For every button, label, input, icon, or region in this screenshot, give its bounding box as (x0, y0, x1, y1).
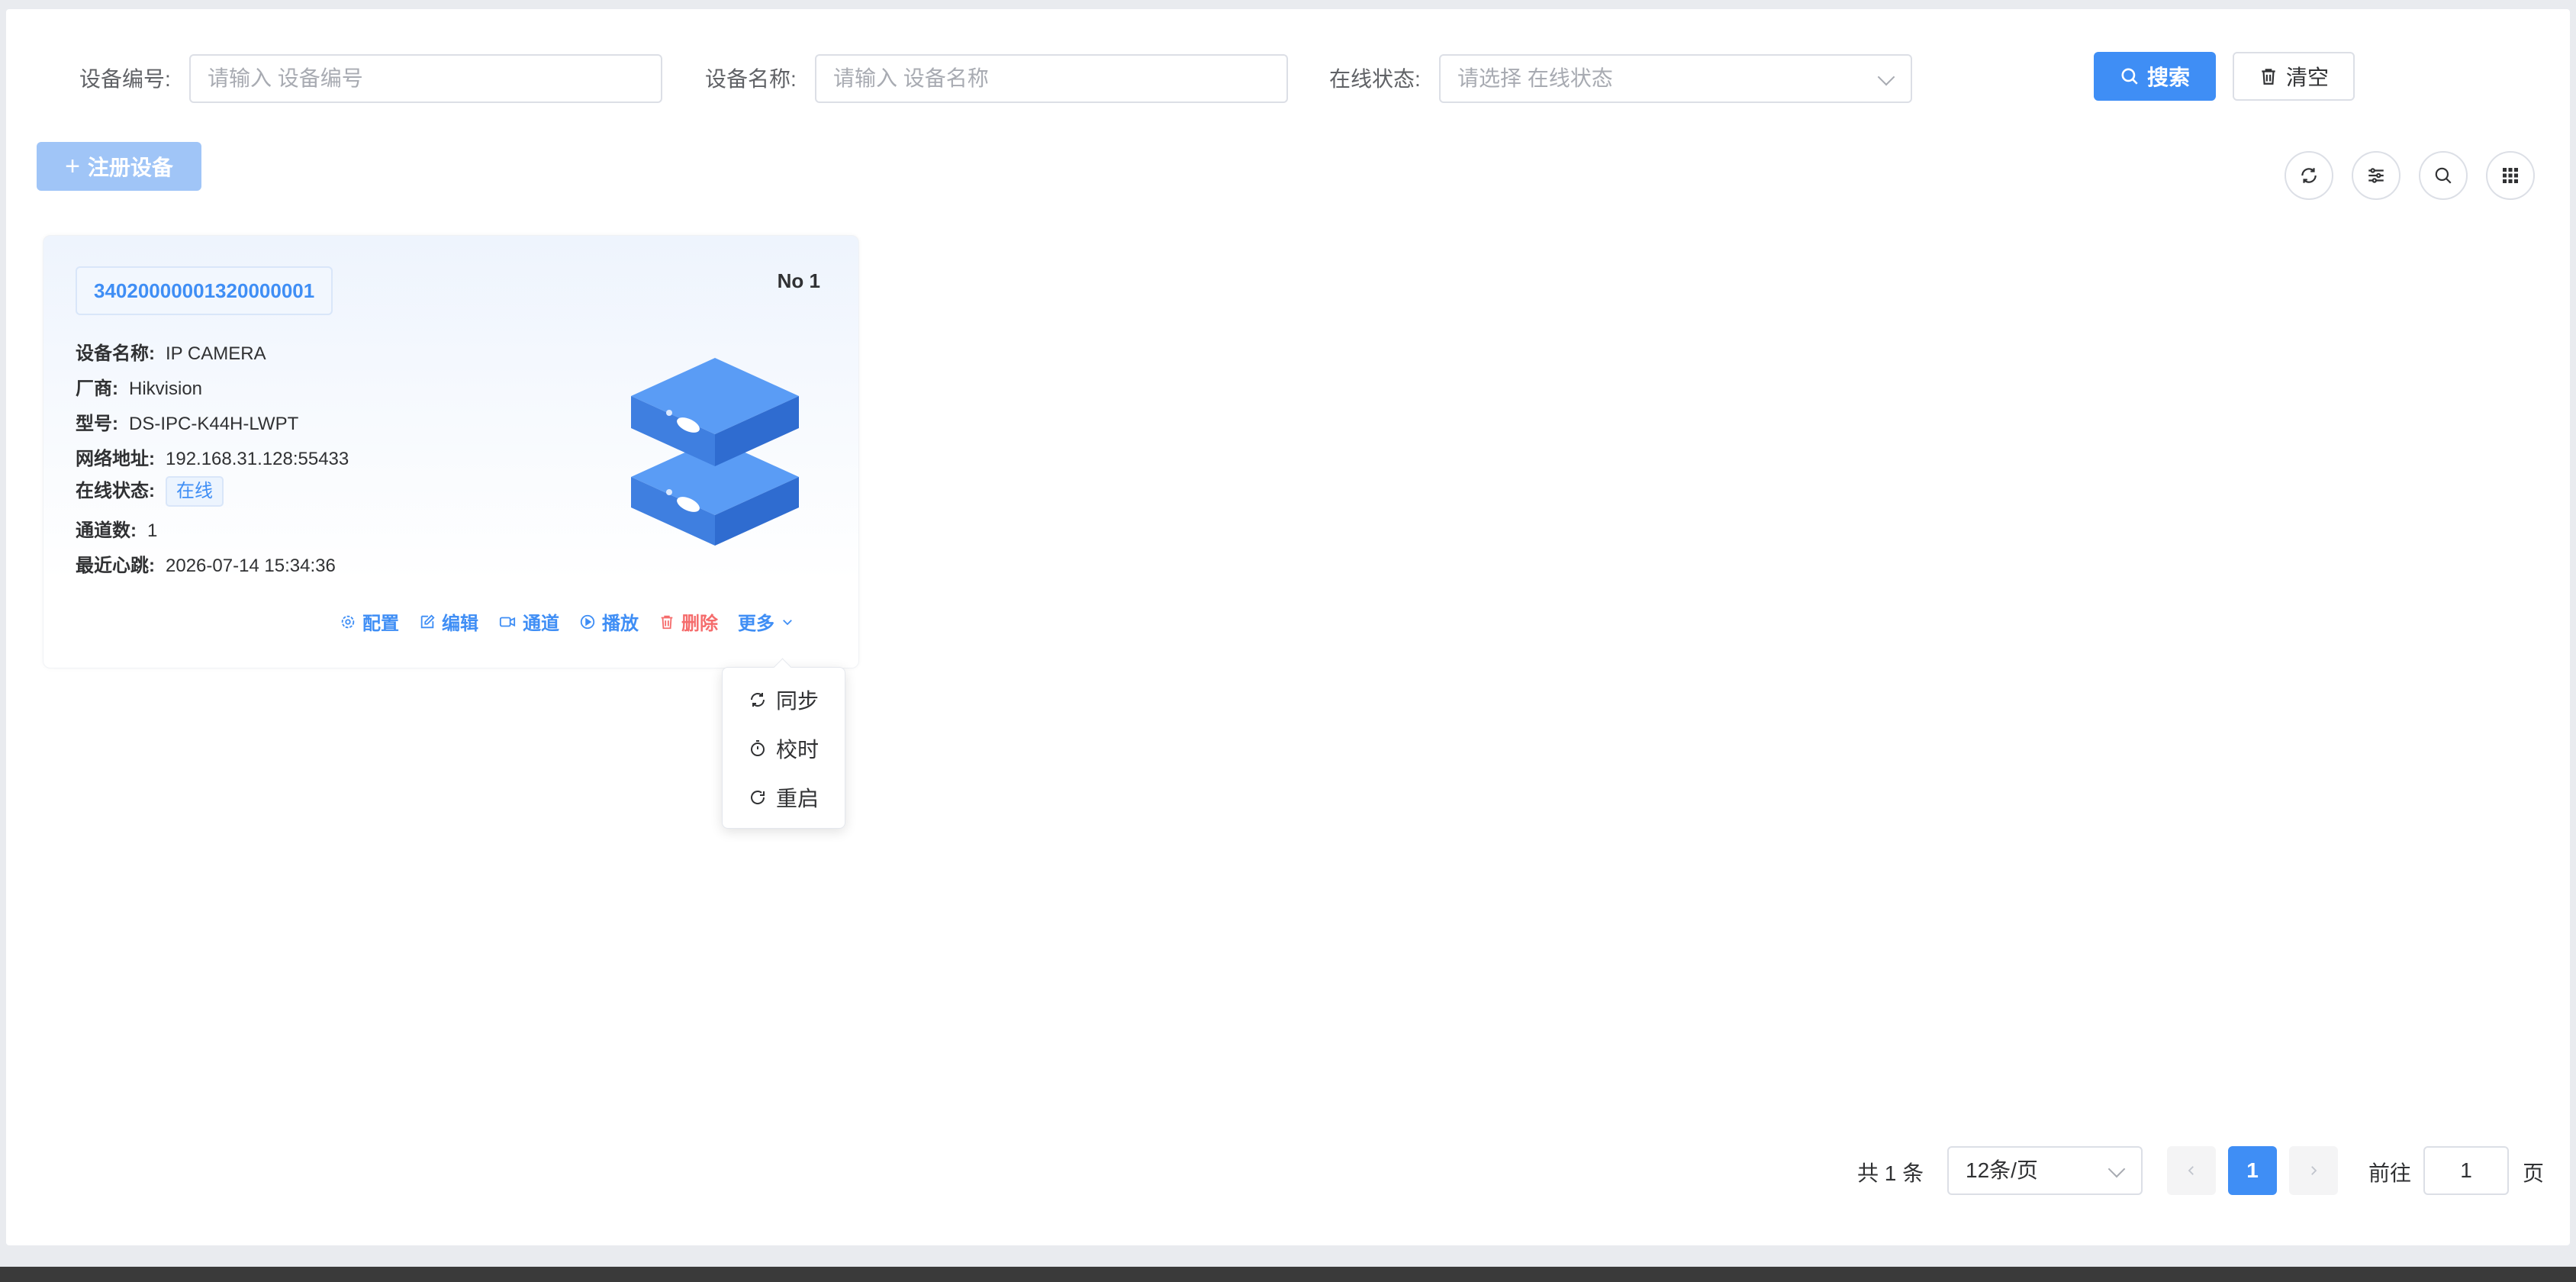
chevron-down-icon (2107, 1160, 2126, 1178)
config-action[interactable]: 配置 (340, 608, 399, 635)
channel-action-label: 通道 (523, 614, 559, 634)
refresh-icon (2301, 168, 2317, 183)
menu-item-label: 重启 (776, 787, 819, 810)
grid-icon (2503, 168, 2518, 183)
more-dropdown-menu: 同步 校时 重启 (722, 667, 845, 829)
chevron-down-icon (783, 619, 792, 625)
status-select-placeholder: 请选择 在线状态 (1457, 66, 1613, 90)
search-icon (2435, 167, 2452, 184)
chevron-right-icon (2311, 1166, 2317, 1175)
clear-button-label: 清空 (2285, 66, 2329, 89)
refresh-button[interactable] (2285, 151, 2333, 200)
info-row-model: 型号: DS-IPC-K44H-LWPT (76, 408, 298, 435)
info-row-heartbeat: 最近心跳: 2026-07-14 15:34:36 (76, 550, 336, 577)
device-id-badge: 34020000001320000001 (76, 266, 333, 315)
page-suffix: 页 (2523, 1161, 2545, 1185)
info-value: Hikvision (129, 378, 203, 399)
prev-page-button[interactable] (2167, 1146, 2216, 1195)
chevron-left-icon (2188, 1166, 2194, 1175)
info-key: 设备名称: (76, 343, 155, 364)
main-panel: 设备编号: 设备名称: 在线状态: 请选择 在线状态 搜索 清空 + 注册设备 … (6, 9, 2570, 1245)
info-key: 型号: (76, 414, 118, 434)
info-row-vendor: 厂商: Hikvision (76, 373, 202, 400)
menu-item-time-sync[interactable]: 校时 (749, 733, 819, 764)
refresh-icon (751, 791, 765, 804)
info-key: 厂商: (76, 378, 118, 399)
clear-button[interactable]: 清空 (2233, 52, 2355, 101)
info-value: IP CAMERA (166, 343, 266, 364)
config-action-label: 配置 (362, 614, 399, 634)
toggle-search-button[interactable] (2419, 151, 2468, 200)
device-id-label: 设备编号: (79, 67, 171, 91)
menu-item-label: 校时 (776, 738, 819, 762)
gear-icon (341, 615, 355, 628)
trash-icon (661, 615, 673, 629)
trash-icon (2262, 69, 2275, 85)
menu-item-sync[interactable]: 同步 (749, 684, 819, 715)
bottom-bar (0, 1267, 2576, 1282)
edit-action[interactable]: 编辑 (419, 608, 478, 635)
info-value: 192.168.31.128:55433 (166, 449, 349, 469)
page-size-select[interactable]: 12条/页 (1947, 1146, 2143, 1195)
info-key: 通道数: (76, 520, 137, 541)
search-button-label: 搜索 (2146, 66, 2190, 89)
device-id-input[interactable] (189, 54, 662, 103)
more-action[interactable]: 更多 (738, 608, 794, 635)
info-key: 网络地址: (76, 449, 155, 469)
next-page-button[interactable] (2289, 1146, 2338, 1195)
column-filter-button[interactable] (2352, 151, 2401, 200)
playback-action-label: 播放 (602, 614, 639, 634)
info-value: 2026-07-14 15:34:36 (166, 556, 336, 576)
status-select[interactable]: 请选择 在线状态 (1439, 54, 1912, 103)
info-row-device-name: 设备名称: IP CAMERA (76, 338, 266, 365)
page-number-current[interactable]: 1 (2228, 1146, 2277, 1195)
playback-action[interactable]: 播放 (579, 608, 639, 635)
search-icon (2121, 68, 2138, 85)
status-badge: 在线 (166, 476, 224, 507)
register-device-button[interactable]: + 注册设备 (37, 142, 201, 191)
info-key: 最近心跳: (76, 556, 155, 576)
stopwatch-icon (751, 740, 765, 756)
info-value: 1 (147, 520, 158, 541)
delete-action-label: 删除 (681, 614, 718, 634)
card-number-prefix: No (777, 269, 804, 292)
menu-item-reboot[interactable]: 重启 (749, 782, 819, 813)
chevron-down-icon (1877, 68, 1895, 86)
sync-icon (751, 693, 765, 707)
goto-label: 前往 (2368, 1161, 2412, 1185)
more-action-label: 更多 (738, 614, 774, 634)
delete-action[interactable]: 删除 (658, 608, 718, 635)
card-actions: 配置 编辑 通道 播放 删除 更多 (340, 608, 794, 635)
card-number-value: 1 (809, 269, 820, 292)
info-row-channels: 通道数: 1 (76, 515, 157, 542)
info-row-status: 在线状态: 在线 (76, 475, 224, 507)
grid-view-button[interactable] (2486, 151, 2535, 200)
edit-action-label: 编辑 (442, 614, 478, 634)
info-value: DS-IPC-K44H-LWPT (129, 414, 299, 434)
goto-page-input[interactable] (2423, 1146, 2509, 1195)
plus-icon: + (65, 151, 80, 181)
filter-settings-icon (2368, 168, 2384, 183)
search-button[interactable]: 搜索 (2094, 52, 2216, 101)
menu-item-label: 同步 (776, 689, 819, 713)
register-device-label: 注册设备 (87, 156, 173, 179)
channel-action[interactable]: 通道 (498, 608, 559, 635)
status-label: 在线状态: (1329, 67, 1421, 91)
info-key: 在线状态: (76, 481, 155, 501)
pagination-total: 共 1 条 (1857, 1161, 1924, 1185)
video-camera-icon (499, 617, 516, 627)
edit-icon (420, 614, 435, 628)
device-card: 34020000001320000001 No 1 设备名称: IP CAMERA… (43, 235, 859, 668)
play-circle-icon (580, 614, 595, 629)
device-server-icon (631, 358, 799, 546)
page-size-value: 12条/页 (1966, 1158, 2038, 1182)
device-name-input[interactable] (815, 54, 1288, 103)
card-number: No 1 (778, 269, 820, 293)
device-name-label: 设备名称: (705, 67, 797, 91)
info-row-address: 网络地址: 192.168.31.128:55433 (76, 443, 349, 470)
